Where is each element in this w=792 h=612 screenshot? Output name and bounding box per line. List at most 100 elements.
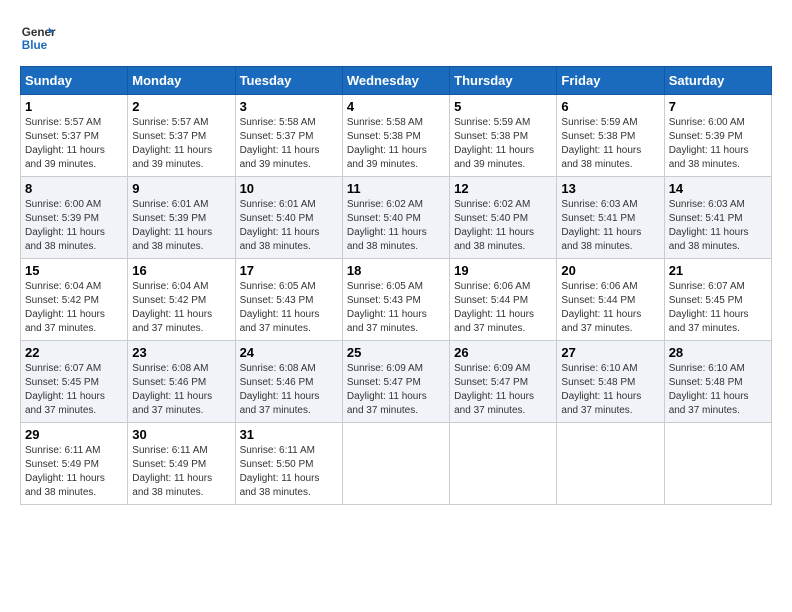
header-monday: Monday xyxy=(128,67,235,95)
day-number: 9 xyxy=(132,181,230,196)
day-number: 22 xyxy=(25,345,123,360)
calendar-table: SundayMondayTuesdayWednesdayThursdayFrid… xyxy=(20,66,772,505)
day-cell-8: 8 Sunrise: 6:00 AMSunset: 5:39 PMDaylight… xyxy=(21,177,128,259)
day-number: 28 xyxy=(669,345,767,360)
day-number: 2 xyxy=(132,99,230,114)
day-info: Sunrise: 6:08 AMSunset: 5:46 PMDaylight:… xyxy=(132,362,230,418)
day-cell-30: 30 Sunrise: 6:11 AMSunset: 5:49 PMDayligh… xyxy=(128,423,235,505)
day-number: 29 xyxy=(25,427,123,442)
calendar-week-2: 8 Sunrise: 6:00 AMSunset: 5:39 PMDaylight… xyxy=(21,177,772,259)
day-number: 26 xyxy=(454,345,552,360)
day-info: Sunrise: 5:58 AMSunset: 5:37 PMDaylight:… xyxy=(240,116,338,172)
day-number: 8 xyxy=(25,181,123,196)
day-number: 3 xyxy=(240,99,338,114)
day-info: Sunrise: 5:57 AMSunset: 5:37 PMDaylight:… xyxy=(25,116,123,172)
day-number: 18 xyxy=(347,263,445,278)
day-number: 25 xyxy=(347,345,445,360)
day-cell-19: 19 Sunrise: 6:06 AMSunset: 5:44 PMDayligh… xyxy=(450,259,557,341)
day-number: 17 xyxy=(240,263,338,278)
header-wednesday: Wednesday xyxy=(342,67,449,95)
logo: General Blue xyxy=(20,20,56,56)
day-number: 15 xyxy=(25,263,123,278)
calendar-week-1: 1 Sunrise: 5:57 AMSunset: 5:37 PMDaylight… xyxy=(21,95,772,177)
day-info: Sunrise: 6:11 AMSunset: 5:50 PMDaylight:… xyxy=(240,444,338,500)
svg-text:Blue: Blue xyxy=(22,39,48,52)
day-number: 12 xyxy=(454,181,552,196)
day-number: 24 xyxy=(240,345,338,360)
header: General Blue xyxy=(20,20,772,56)
day-cell-18: 18 Sunrise: 6:05 AMSunset: 5:43 PMDayligh… xyxy=(342,259,449,341)
day-info: Sunrise: 5:57 AMSunset: 5:37 PMDaylight:… xyxy=(132,116,230,172)
day-number: 30 xyxy=(132,427,230,442)
day-info: Sunrise: 6:04 AMSunset: 5:42 PMDaylight:… xyxy=(132,280,230,336)
day-number: 7 xyxy=(669,99,767,114)
day-cell-3: 3 Sunrise: 5:58 AMSunset: 5:37 PMDaylight… xyxy=(235,95,342,177)
header-sunday: Sunday xyxy=(21,67,128,95)
header-saturday: Saturday xyxy=(664,67,771,95)
day-info: Sunrise: 6:06 AMSunset: 5:44 PMDaylight:… xyxy=(454,280,552,336)
day-cell-31: 31 Sunrise: 6:11 AMSunset: 5:50 PMDayligh… xyxy=(235,423,342,505)
day-info: Sunrise: 6:02 AMSunset: 5:40 PMDaylight:… xyxy=(454,198,552,254)
empty-cell xyxy=(342,423,449,505)
day-number: 21 xyxy=(669,263,767,278)
day-number: 27 xyxy=(561,345,659,360)
day-info: Sunrise: 6:05 AMSunset: 5:43 PMDaylight:… xyxy=(347,280,445,336)
day-cell-14: 14Sunrise: 6:03 AMSunset: 5:41 PMDayligh… xyxy=(664,177,771,259)
header-thursday: Thursday xyxy=(450,67,557,95)
day-number: 11 xyxy=(347,181,445,196)
day-info: Sunrise: 5:59 AMSunset: 5:38 PMDaylight:… xyxy=(454,116,552,172)
day-info: Sunrise: 6:01 AMSunset: 5:40 PMDaylight:… xyxy=(240,198,338,254)
day-number: 10 xyxy=(240,181,338,196)
day-cell-24: 24 Sunrise: 6:08 AMSunset: 5:46 PMDayligh… xyxy=(235,341,342,423)
header-friday: Friday xyxy=(557,67,664,95)
empty-cell xyxy=(664,423,771,505)
calendar-week-4: 22 Sunrise: 6:07 AMSunset: 5:45 PMDayligh… xyxy=(21,341,772,423)
day-cell-4: 4Sunrise: 5:58 AMSunset: 5:38 PMDaylight… xyxy=(342,95,449,177)
day-info: Sunrise: 6:00 AMSunset: 5:39 PMDaylight:… xyxy=(25,198,123,254)
empty-cell xyxy=(450,423,557,505)
day-info: Sunrise: 6:08 AMSunset: 5:46 PMDaylight:… xyxy=(240,362,338,418)
day-cell-2: 2 Sunrise: 5:57 AMSunset: 5:37 PMDaylight… xyxy=(128,95,235,177)
day-cell-27: 27 Sunrise: 6:10 AMSunset: 5:48 PMDayligh… xyxy=(557,341,664,423)
day-info: Sunrise: 6:01 AMSunset: 5:39 PMDaylight:… xyxy=(132,198,230,254)
day-number: 19 xyxy=(454,263,552,278)
day-number: 13 xyxy=(561,181,659,196)
day-info: Sunrise: 6:11 AMSunset: 5:49 PMDaylight:… xyxy=(132,444,230,500)
day-info: Sunrise: 6:09 AMSunset: 5:47 PMDaylight:… xyxy=(347,362,445,418)
day-number: 31 xyxy=(240,427,338,442)
day-info: Sunrise: 6:00 AMSunset: 5:39 PMDaylight:… xyxy=(669,116,767,172)
day-cell-12: 12 Sunrise: 6:02 AMSunset: 5:40 PMDayligh… xyxy=(450,177,557,259)
day-number: 23 xyxy=(132,345,230,360)
day-cell-26: 26 Sunrise: 6:09 AMSunset: 5:47 PMDayligh… xyxy=(450,341,557,423)
day-number: 6 xyxy=(561,99,659,114)
day-info: Sunrise: 6:10 AMSunset: 5:48 PMDaylight:… xyxy=(561,362,659,418)
day-cell-6: 6 Sunrise: 5:59 AMSunset: 5:38 PMDaylight… xyxy=(557,95,664,177)
day-cell-25: 25 Sunrise: 6:09 AMSunset: 5:47 PMDayligh… xyxy=(342,341,449,423)
day-number: 4 xyxy=(347,99,445,114)
calendar-week-3: 15 Sunrise: 6:04 AMSunset: 5:42 PMDayligh… xyxy=(21,259,772,341)
day-info: Sunrise: 6:07 AMSunset: 5:45 PMDaylight:… xyxy=(669,280,767,336)
day-info: Sunrise: 6:04 AMSunset: 5:42 PMDaylight:… xyxy=(25,280,123,336)
day-cell-23: 23 Sunrise: 6:08 AMSunset: 5:46 PMDayligh… xyxy=(128,341,235,423)
day-info: Sunrise: 6:03 AMSunset: 5:41 PMDaylight:… xyxy=(561,198,659,254)
day-info: Sunrise: 5:59 AMSunset: 5:38 PMDaylight:… xyxy=(561,116,659,172)
day-cell-1: 1 Sunrise: 5:57 AMSunset: 5:37 PMDaylight… xyxy=(21,95,128,177)
empty-cell xyxy=(557,423,664,505)
svg-text:General: General xyxy=(22,26,56,39)
day-number: 14 xyxy=(669,181,767,196)
day-info: Sunrise: 6:09 AMSunset: 5:47 PMDaylight:… xyxy=(454,362,552,418)
day-info: Sunrise: 6:02 AMSunset: 5:40 PMDaylight:… xyxy=(347,198,445,254)
day-cell-9: 9 Sunrise: 6:01 AMSunset: 5:39 PMDaylight… xyxy=(128,177,235,259)
day-cell-11: 11 Sunrise: 6:02 AMSunset: 5:40 PMDayligh… xyxy=(342,177,449,259)
day-cell-16: 16Sunrise: 6:04 AMSunset: 5:42 PMDayligh… xyxy=(128,259,235,341)
day-cell-28: 28Sunrise: 6:10 AMSunset: 5:48 PMDayligh… xyxy=(664,341,771,423)
day-info: Sunrise: 6:06 AMSunset: 5:44 PMDaylight:… xyxy=(561,280,659,336)
day-number: 1 xyxy=(25,99,123,114)
calendar-week-5: 29 Sunrise: 6:11 AMSunset: 5:49 PMDayligh… xyxy=(21,423,772,505)
calendar-header-row: SundayMondayTuesdayWednesdayThursdayFrid… xyxy=(21,67,772,95)
day-cell-17: 17Sunrise: 6:05 AMSunset: 5:43 PMDayligh… xyxy=(235,259,342,341)
header-tuesday: Tuesday xyxy=(235,67,342,95)
day-number: 5 xyxy=(454,99,552,114)
day-cell-20: 20Sunrise: 6:06 AMSunset: 5:44 PMDayligh… xyxy=(557,259,664,341)
day-info: Sunrise: 6:07 AMSunset: 5:45 PMDaylight:… xyxy=(25,362,123,418)
